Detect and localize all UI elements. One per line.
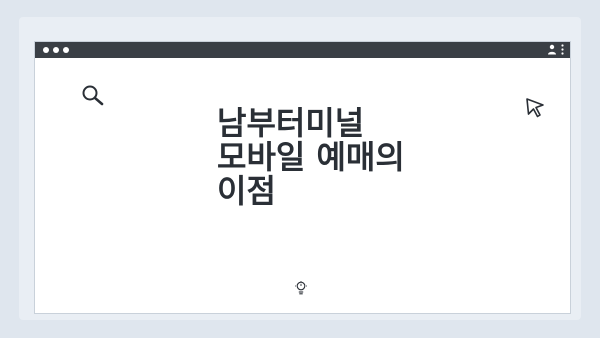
- window-dot-minimize[interactable]: [53, 47, 59, 53]
- title-line-3: 이점: [217, 172, 276, 210]
- illustration-stage: 남부터미널 모바일 예매의 이점: [0, 0, 600, 338]
- window-controls[interactable]: [43, 47, 69, 53]
- kebab-menu-icon[interactable]: [561, 44, 564, 55]
- window-dot-maximize[interactable]: [63, 47, 69, 53]
- window-dot-close[interactable]: [43, 47, 49, 53]
- titlebar-menu[interactable]: [547, 44, 564, 55]
- window-titlebar: [35, 42, 570, 58]
- user-icon[interactable]: [547, 44, 557, 55]
- title-line-1: 남부터미널: [217, 104, 365, 142]
- title-line-2: 모바일 예매의: [217, 138, 405, 176]
- page-title: 남부터미널 모바일 예매의 이점: [217, 106, 517, 208]
- cursor-arrow-icon: [525, 97, 547, 123]
- lightbulb-icon: [295, 280, 307, 299]
- search-icon: [81, 84, 105, 110]
- browser-window: 남부터미널 모바일 예매의 이점: [34, 41, 571, 314]
